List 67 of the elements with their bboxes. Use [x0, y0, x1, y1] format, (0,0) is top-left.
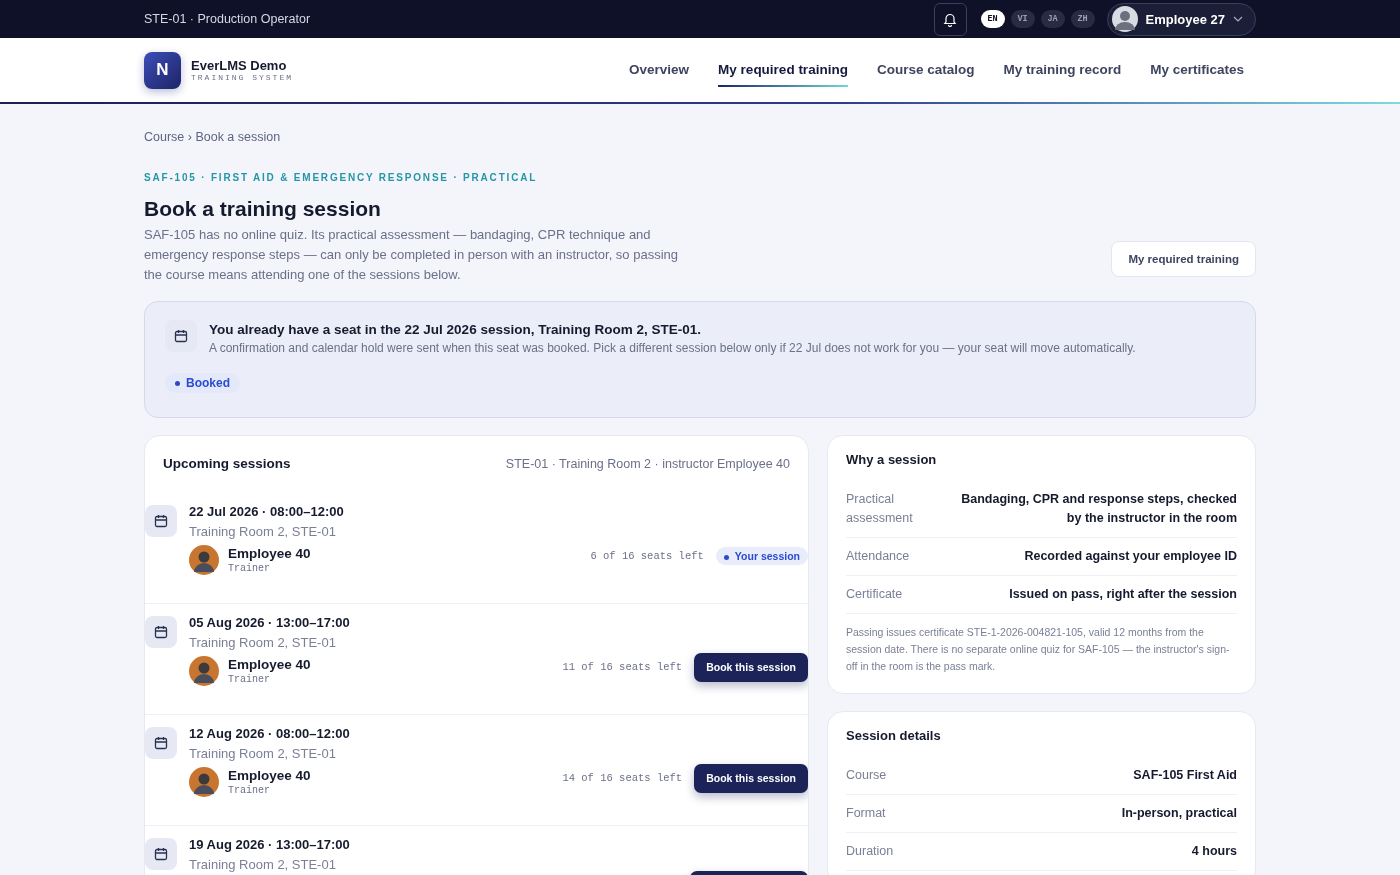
trainer-role: Trainer — [228, 785, 271, 796]
nav-tab[interactable]: My required training — [718, 53, 848, 87]
avatar — [189, 545, 219, 575]
breadcrumb: Course › Book a session — [144, 130, 282, 144]
session-room: Training Room 2, STE-01 — [189, 857, 337, 872]
notifications-button[interactable] — [933, 2, 967, 36]
brand-name: EverLMS Demo — [191, 58, 288, 73]
session-date: 12 Aug 2026 · 08:00–12:00 — [189, 726, 351, 741]
chevron-down-icon — [1233, 16, 1243, 22]
nav-tab[interactable]: Overview — [629, 53, 690, 87]
status-badge: Booked — [165, 373, 240, 393]
note-text: Passing issues certificate STE-1-2026-004821-105, valid 12 months from the session date. There is no separate online quiz for SAF-105 — the instructor's sign-off in the room is the pass mark. — [846, 625, 1231, 674]
language-button[interactable]: JA — [1040, 10, 1065, 28]
avatar — [189, 767, 219, 797]
card-title: Upcoming sessions — [163, 456, 291, 471]
card-subtitle: STE-01 · Training Room 2 · instructor Employee 40 — [505, 456, 790, 471]
row-label: Practical assessment — [846, 491, 914, 527]
nav-tab[interactable]: My training record — [1003, 53, 1122, 87]
logo-badge: N — [144, 51, 181, 89]
seats-left: 14 of 16 seats left — [562, 772, 683, 784]
context-label: STE-01 · Production Operator — [144, 12, 311, 26]
session-date: 05 Aug 2026 · 13:00–17:00 — [189, 615, 351, 630]
seats-left: 6 of 16 seats left — [590, 550, 704, 562]
row-label: Course — [846, 767, 888, 784]
seats-left: 11 of 16 seats left — [562, 661, 683, 673]
card-title: Session details — [846, 728, 942, 743]
back-button[interactable]: My required training — [1111, 241, 1256, 277]
row-value: SAF-105 First Aid — [1133, 767, 1237, 784]
session-date: 22 Jul 2026 · 08:00–12:00 — [189, 504, 345, 519]
user-menu[interactable]: Employee 27 — [1106, 2, 1256, 36]
page-title: Book a training session — [144, 197, 382, 221]
card-title: Why a session — [846, 452, 938, 467]
trainer-name: Employee 40 — [228, 768, 311, 783]
row-value: Issued on pass, right after the session — [1009, 586, 1237, 603]
row-value: 4 hours — [1191, 843, 1237, 860]
row-label: Attendance — [846, 548, 911, 565]
calendar-icon — [165, 320, 197, 352]
trainer-role: Trainer — [228, 563, 271, 574]
session-room: Training Room 2, STE-01 — [189, 635, 337, 650]
language-button[interactable]: ZH — [1070, 10, 1095, 28]
page-description: SAF-105 has no online quiz. Its practical assessment — bandaging, CPR technique and emergency response steps — can only be completed in person with an instructor, so passing the course means attending one of the sessions below. — [144, 226, 679, 284]
session-room: Training Room 2, STE-01 — [189, 746, 337, 761]
nav-tab[interactable]: Course catalog — [876, 53, 975, 87]
row-label: Duration — [846, 843, 895, 860]
language-button[interactable]: VI — [1010, 10, 1035, 28]
row-label: Format — [846, 805, 887, 822]
row-label: Certificate — [846, 586, 904, 603]
row-value: In-person, practical — [1121, 805, 1237, 822]
course-eyebrow: SAF-105 · FIRST AID & EMERGENCY RESPONSE · PRACTICAL — [144, 172, 539, 183]
book-button[interactable]: Book this session — [694, 652, 808, 682]
session-room: Training Room 2, STE-01 — [189, 524, 337, 539]
row-value: Recorded against your employee ID — [1024, 548, 1237, 565]
trainer-name: Employee 40 — [228, 657, 311, 672]
row-value: Bandaging, CPR and response steps, checked by the instructor in the room — [960, 491, 1237, 527]
avatar — [1111, 6, 1138, 32]
bell-icon — [943, 11, 957, 27]
book-button[interactable]: Book this session — [694, 763, 808, 793]
status-badge: Your session — [715, 547, 808, 565]
trainer-name: Employee 40 — [228, 546, 311, 561]
language-button[interactable]: EN — [980, 10, 1005, 28]
brand-tagline: TRAINING SYSTEM — [191, 73, 293, 82]
trainer-role: Trainer — [228, 674, 271, 685]
notice-title: You already have a seat in the 22 Jul 2026 session, Training Room 2, STE-01. — [209, 322, 702, 337]
notice-text: A confirmation and calendar hold were sent when this seat was booked. Pick a different session below only if 22 Jul does not work for you — your seat will move automatically. — [209, 341, 1136, 355]
avatar — [189, 656, 219, 686]
nav-tab[interactable]: My certificates — [1150, 53, 1244, 87]
session-date: 19 Aug 2026 · 13:00–17:00 — [189, 837, 351, 852]
